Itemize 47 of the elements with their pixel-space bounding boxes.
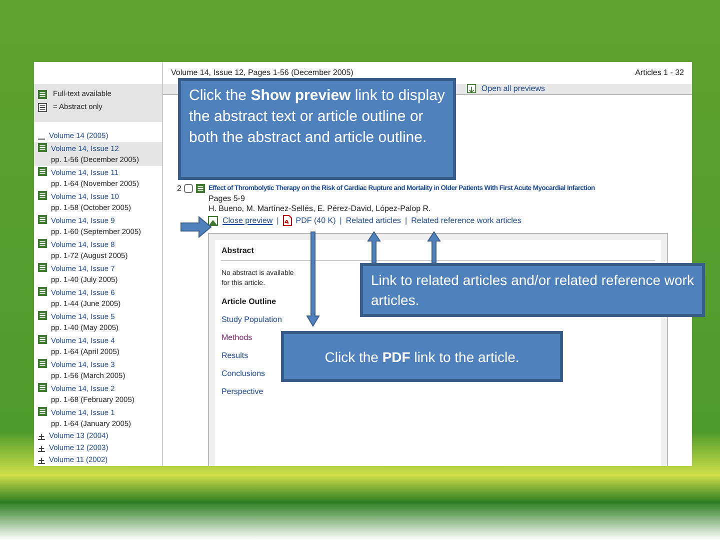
preview-icon xyxy=(208,216,218,226)
document-icon xyxy=(38,359,47,368)
outline-heading: Article Outline xyxy=(221,297,276,307)
document-icon xyxy=(38,90,47,98)
article-authors: H. Bueno, M. Martínez-Sellés, E. Pérez-David, López-Palop R. xyxy=(208,204,431,214)
article-link[interactable]: PDF (40 K) xyxy=(296,216,336,226)
outline-link[interactable]: Conclusions xyxy=(221,369,266,379)
issue-title: Volume 14, Issue 12, Pages 1-56 (December 2005) xyxy=(171,68,354,78)
document-icon xyxy=(196,184,206,193)
document-icon xyxy=(38,407,47,416)
article-number: 2 xyxy=(177,184,182,195)
document-icon xyxy=(38,311,47,320)
arrow xyxy=(180,216,212,238)
article-count: Articles 1 - 32 xyxy=(635,68,684,78)
link-separator: | xyxy=(340,216,342,226)
callout-box: Click the Show preview link to display the abstract text or article outline or both the abstract and article outline. xyxy=(178,78,456,180)
document-icon xyxy=(38,263,47,272)
callout-box: Link to related articles and/or related reference work articles. xyxy=(360,263,705,317)
link-separator: | xyxy=(405,216,408,226)
document-icon xyxy=(38,143,47,152)
document-icon xyxy=(38,191,47,200)
expand-icon[interactable] xyxy=(38,444,45,452)
link-separator: | xyxy=(276,216,279,226)
open-all-previews-link[interactable]: Open all previews xyxy=(481,84,545,94)
outline-link[interactable]: Perspective xyxy=(221,387,264,397)
article-link[interactable]: Related articles xyxy=(346,216,402,226)
document-icon xyxy=(38,239,47,248)
outline-link[interactable]: Results xyxy=(221,351,248,361)
arrow xyxy=(427,231,441,264)
article-checkbox[interactable] xyxy=(184,184,194,193)
document-icon xyxy=(38,287,47,296)
document-icon xyxy=(38,335,47,344)
document-icon xyxy=(38,215,47,224)
pdf-icon xyxy=(282,215,292,226)
article-link[interactable]: Related reference work articles xyxy=(411,216,522,226)
callout-box: Click the PDF link to the article. xyxy=(281,331,563,382)
page-icon xyxy=(38,102,47,112)
arrow xyxy=(367,231,381,264)
document-icon xyxy=(38,383,47,392)
outline-link[interactable]: Study Population xyxy=(221,315,282,325)
article-pages: Pages 5-9 xyxy=(208,194,245,204)
preview-icon xyxy=(467,84,478,94)
expand-icon[interactable] xyxy=(38,432,45,440)
article-link[interactable]: Close preview xyxy=(222,216,273,226)
outline-link[interactable]: Methods xyxy=(221,333,252,343)
document-icon xyxy=(38,167,47,176)
expand-icon[interactable] xyxy=(38,456,45,464)
